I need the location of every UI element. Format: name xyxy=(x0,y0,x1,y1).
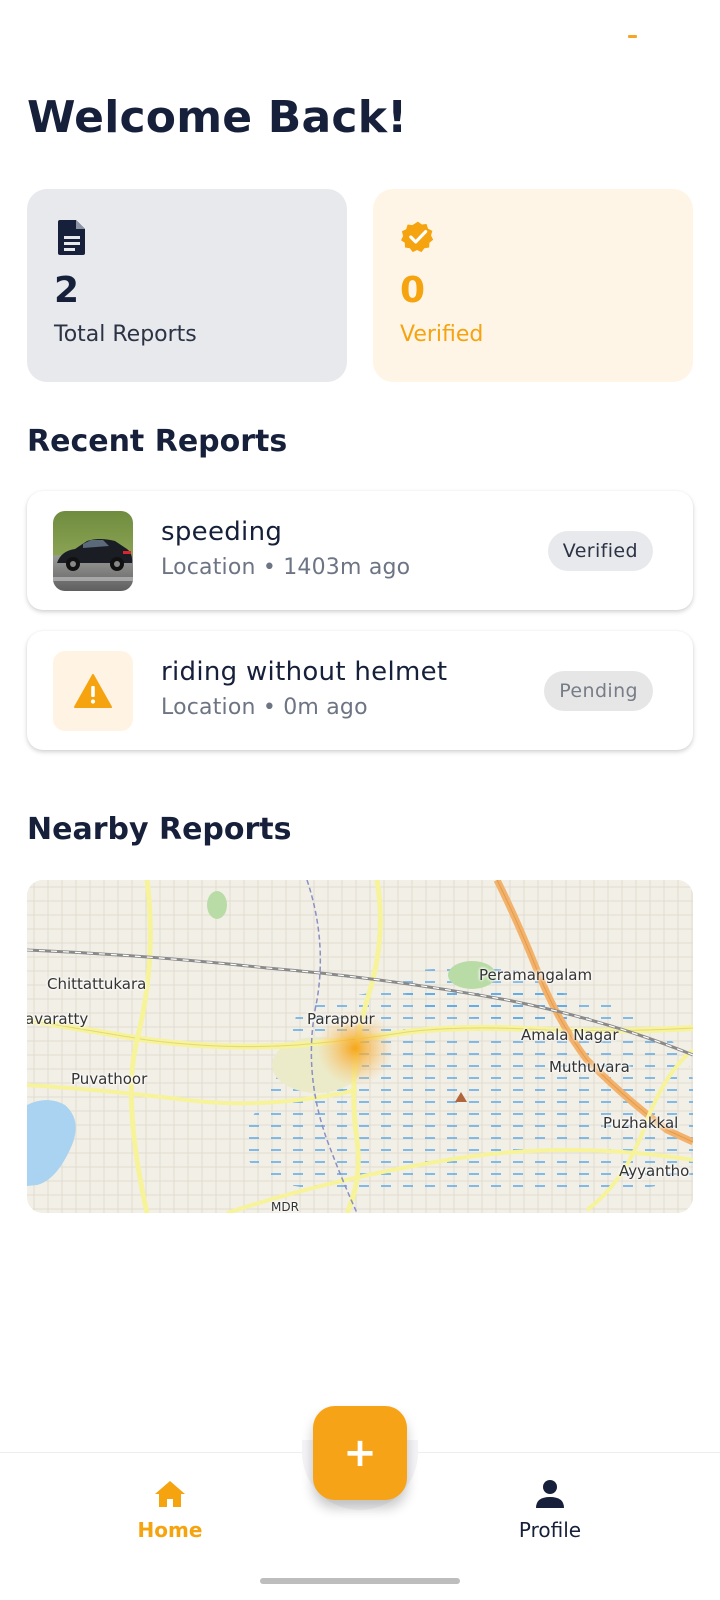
report-title: speeding xyxy=(161,517,283,547)
status-bar-indicator xyxy=(628,35,637,38)
nav-profile-label: Profile xyxy=(518,1518,582,1542)
total-reports-card[interactable]: 2 Total Reports xyxy=(27,189,347,382)
nav-profile[interactable]: Profile xyxy=(470,1476,630,1542)
map-label-muthuvara: Muthuvara xyxy=(549,1058,630,1076)
status-badge: Verified xyxy=(547,531,653,571)
add-report-button[interactable]: + xyxy=(313,1406,407,1500)
map-label-ayyanthole: Ayyantho xyxy=(619,1162,690,1180)
person-icon xyxy=(536,1480,564,1508)
home-indicator xyxy=(260,1578,460,1584)
map-label-puzhakkal: Puzhakkal xyxy=(603,1114,679,1132)
map-tiles xyxy=(27,880,693,1213)
report-card-speeding[interactable]: speeding Location • 1403m ago Verified xyxy=(27,491,693,610)
nearby-reports-heading: Nearby Reports xyxy=(27,812,292,847)
report-meta: Location • 0m ago xyxy=(161,695,368,720)
total-reports-label: Total Reports xyxy=(54,322,197,347)
status-badge: Pending xyxy=(544,671,653,711)
page-title: Welcome Back! xyxy=(27,92,408,143)
map-label-mdr: MDR xyxy=(271,1200,299,1213)
recent-reports-heading: Recent Reports xyxy=(27,424,288,459)
report-title: riding without helmet xyxy=(161,657,448,687)
plus-icon: + xyxy=(343,1430,377,1476)
total-reports-count: 2 xyxy=(54,270,80,311)
map-label-peramangalam: Peramangalam xyxy=(479,966,593,984)
verified-badge-icon xyxy=(401,221,434,253)
verified-reports-card[interactable]: 0 Verified xyxy=(373,189,693,382)
car-photo-thumbnail xyxy=(53,511,133,591)
verified-label: Verified xyxy=(400,322,484,347)
warning-thumbnail xyxy=(53,651,133,731)
map-label-amala-nagar: Amala Nagar xyxy=(521,1026,619,1044)
document-icon xyxy=(58,220,85,255)
map-label-chittattukara: Chittattukara xyxy=(47,975,147,993)
verified-count: 0 xyxy=(400,270,426,311)
map-label-puvathoor: Puvathoor xyxy=(71,1070,148,1088)
map-label-avaratty: avaratty xyxy=(27,1010,89,1028)
nav-home-label: Home xyxy=(137,1518,203,1542)
nav-home[interactable]: Home xyxy=(90,1476,250,1542)
nearby-reports-map[interactable]: Chittattukara avaratty Puvathoor Parappu… xyxy=(27,880,693,1213)
report-meta: Location • 1403m ago xyxy=(161,555,411,580)
map-label-parappur: Parappur xyxy=(307,1010,375,1028)
warning-icon xyxy=(74,674,112,708)
report-card-helmet[interactable]: riding without helmet Location • 0m ago … xyxy=(27,631,693,750)
home-icon xyxy=(155,1481,185,1507)
